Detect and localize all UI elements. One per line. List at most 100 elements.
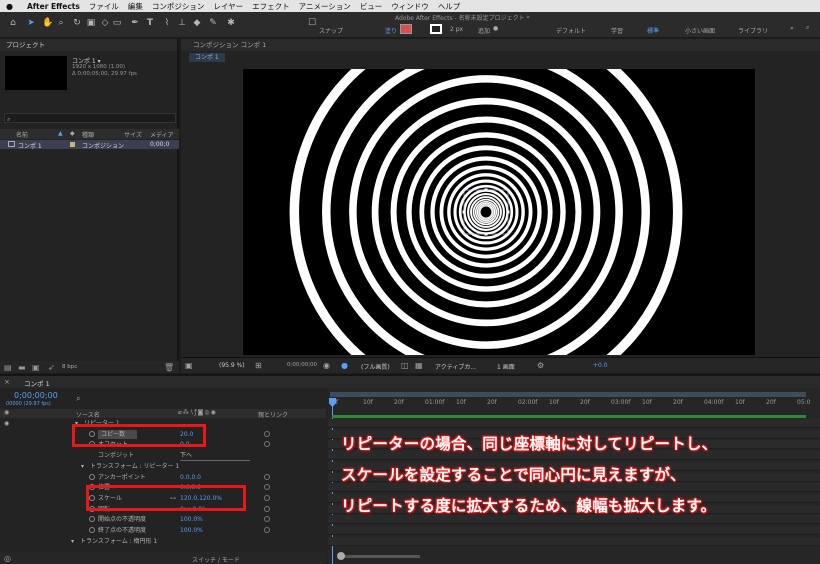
channel-icon[interactable]: ● (341, 361, 348, 370)
close-icon[interactable]: × (4, 378, 10, 386)
snapshot-icon[interactable]: ◉ (323, 361, 330, 370)
pick-whip-icon[interactable] (264, 505, 270, 512)
workspace-libraries[interactable]: ライブラリ (738, 26, 768, 35)
camera-tool-icon[interactable]: ▣ (86, 17, 96, 29)
delete-icon[interactable]: 🗑 (164, 363, 174, 372)
add-button[interactable]: 追加 (478, 26, 490, 35)
pen-tool-icon[interactable]: ✒ (130, 17, 140, 29)
workspace-default[interactable]: デフォルト (556, 26, 586, 35)
pick-whip-icon[interactable] (264, 484, 270, 491)
col-size[interactable]: サイズ (124, 130, 142, 139)
menu-animation[interactable]: アニメーション (299, 1, 351, 12)
vertex-handle-1[interactable] (484, 188, 488, 192)
workspace-small-screen[interactable]: 小さい画面 (685, 26, 715, 35)
render-options-icon[interactable]: ⚙ (537, 361, 544, 370)
workspace-standard[interactable]: 標準 (647, 26, 659, 35)
menu-layer[interactable]: レイヤー (213, 1, 243, 12)
time-ruler[interactable]: 0f10f20f01:00f10f20f02:00f10f20f03:00f10… (328, 398, 820, 410)
workspace-learn[interactable]: 学習 (611, 26, 623, 35)
vertex-handle-2[interactable] (506, 210, 510, 214)
menu-view[interactable]: ビュー (360, 1, 383, 12)
puppet-tool-icon[interactable]: ✱ (226, 17, 236, 29)
workspace-menu-icon[interactable]: » (790, 25, 794, 32)
app-menu[interactable]: After Effects (27, 2, 80, 11)
layer-property-row[interactable]: ▾ トランスフォーム : 楕円形 1 (0, 537, 326, 546)
camera-select[interactable]: アクティブカ... (435, 362, 476, 371)
current-time[interactable]: 0;00;00;00 (14, 391, 58, 400)
work-area-bar[interactable] (330, 392, 806, 397)
pan-behind-tool-icon[interactable]: ◇ (100, 17, 110, 29)
layer-property-row[interactable]: ▾ トランスフォーム : リピーター 1 (0, 462, 326, 471)
col-media[interactable]: メディア (150, 130, 174, 139)
expand-arrow-icon[interactable]: ▾ (71, 537, 74, 546)
zoom-slider[interactable] (337, 552, 420, 560)
composition-viewer[interactable] (243, 69, 755, 355)
rotate-tool-icon[interactable]: ↻ (72, 17, 82, 29)
zoom-handle[interactable] (337, 552, 345, 560)
layer-property-row[interactable]: 開始点の不透明度 100.0% (0, 515, 326, 524)
menu-help[interactable]: ヘルプ (438, 1, 461, 12)
layer-property-row[interactable]: アンカーポイント 0.0,0.0 (0, 473, 326, 482)
hand-tool-icon[interactable]: ✋ (42, 17, 53, 29)
apple-icon[interactable]: ● (6, 2, 13, 11)
exposure-offset[interactable]: +0.0 (593, 362, 608, 369)
timecode-display[interactable]: 0;00;00;00 (287, 362, 317, 368)
selection-tool-icon[interactable]: ➤ (26, 17, 36, 29)
menu-composition[interactable]: コンポジション (152, 1, 205, 12)
snap-checkbox-icon[interactable]: ☐ (307, 17, 317, 29)
search-help-icon[interactable]: ⌕ (806, 24, 809, 32)
pick-whip-icon[interactable] (264, 430, 270, 437)
stroke-swatch[interactable] (430, 24, 442, 34)
vertex-handle-4[interactable] (462, 210, 466, 214)
grid-icon[interactable]: ⊞ (255, 361, 262, 370)
fill-swatch[interactable] (400, 24, 412, 34)
add-icon[interactable]: ● (493, 25, 498, 32)
render-queue-icon[interactable]: ➶ (48, 363, 55, 372)
switch-mode-toggle[interactable]: スイッチ / モード (192, 555, 240, 564)
menu-window[interactable]: ウィンドウ (391, 1, 429, 12)
always-preview-icon[interactable]: ▣ (185, 361, 193, 370)
composite-select[interactable]: 下へ (180, 451, 250, 462)
brush-tool-icon[interactable]: ⌇ (162, 17, 172, 29)
type-tool-icon[interactable]: T (145, 17, 155, 29)
pick-whip-icon[interactable] (264, 516, 270, 523)
pick-whip-icon[interactable] (264, 494, 270, 501)
quality-select[interactable]: (フル画質) (361, 362, 390, 371)
eraser-tool-icon[interactable]: ◆ (192, 17, 202, 29)
bpc-label[interactable]: 8 bpc (62, 364, 77, 370)
timeline-tab[interactable]: コンポ 1 (24, 378, 50, 388)
clone-stamp-tool-icon[interactable]: ⊥ (177, 17, 187, 29)
layer-property-row[interactable]: 終了点の不透明度 100.0% (0, 526, 326, 535)
menu-effect[interactable]: エフェクト (252, 1, 290, 12)
new-folder-icon[interactable]: ▬ (18, 363, 26, 372)
stroke-width[interactable]: 2 px (450, 26, 463, 33)
transparency-icon[interactable]: ▦ (415, 361, 423, 370)
pick-whip-icon[interactable] (264, 441, 270, 448)
visibility-eye-icon[interactable]: ◉ (4, 419, 9, 428)
comp-tab[interactable]: コンポ 1 (189, 53, 225, 62)
menu-edit[interactable]: 編集 (128, 1, 143, 12)
stopwatch-icon[interactable] (89, 527, 95, 533)
stopwatch-icon[interactable] (89, 516, 95, 523)
region-icon[interactable]: ◫ (401, 361, 409, 370)
expand-arrow-icon[interactable]: ▾ (81, 462, 84, 471)
project-search-input[interactable]: ⌕ (4, 113, 176, 123)
timeline-search-icon[interactable]: ⌕ (76, 394, 80, 404)
property-value[interactable]: 100.0% (180, 526, 203, 535)
col-parent[interactable]: 親とリンク (258, 410, 288, 419)
zoom-tool-icon[interactable]: ⌕ (56, 17, 66, 29)
layer-property-row[interactable]: コンポジット 下へ (0, 451, 326, 462)
home-icon[interactable]: ⌂ (8, 17, 18, 29)
vertex-handle-3[interactable] (484, 232, 488, 236)
rectangle-tool-icon[interactable]: ▭ (112, 17, 122, 29)
new-comp-icon[interactable]: ▣ (32, 363, 40, 372)
interpret-footage-icon[interactable]: ▤ (4, 363, 12, 372)
property-value[interactable]: 0.0,0.0 (180, 473, 201, 482)
zoom-level[interactable]: (95.9 %) (219, 362, 245, 369)
views-select[interactable]: 1 画面 (497, 362, 515, 371)
project-item-row[interactable]: コンポ 1 コンポジション 0;00;0 (0, 140, 179, 150)
roto-brush-tool-icon[interactable]: ✎ (208, 17, 218, 29)
pick-whip-icon[interactable] (264, 473, 270, 480)
property-value[interactable]: 100.0% (180, 515, 203, 524)
composition-panel-title[interactable]: コンポジション コンポ 1 (193, 41, 266, 49)
